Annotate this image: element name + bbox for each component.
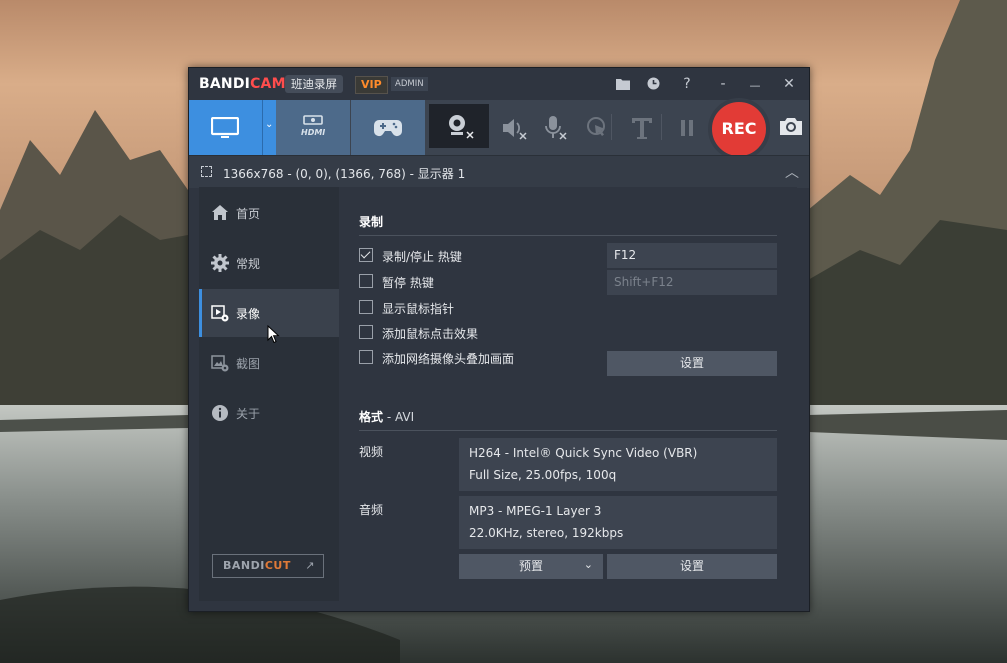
audio-format-box[interactable]: MP3 - MPEG-1 Layer 3 22.0KHz, stereo, 19… (459, 496, 777, 549)
webcam-off-icon (449, 115, 474, 139)
checkbox[interactable] (359, 248, 373, 262)
video-label: 视频 (359, 445, 384, 459)
checkbox[interactable] (359, 325, 373, 339)
app-name-cn: 班迪录屏 (285, 75, 343, 93)
chevron-down-icon: ⌄ (265, 119, 274, 130)
mouse-click-effect-icon[interactable] (584, 114, 612, 142)
pause-icon[interactable] (673, 114, 701, 142)
title-bar: BANDICAM 班迪录屏 VIP ADMIN ? - — ✕ (189, 68, 809, 100)
bandicut-button[interactable]: BANDICUT ↗ (212, 554, 324, 578)
active-indicator (199, 289, 202, 337)
checkbox[interactable] (359, 274, 373, 288)
sidebar-item-screenshot[interactable]: 截图 (199, 339, 339, 387)
folder-icon[interactable] (613, 74, 633, 94)
option-label: 显示鼠标指针 (382, 302, 455, 316)
chevron-down-icon: ⌄ (583, 558, 593, 571)
video-codec: H264 - Intel® Quick Sync Video (VBR) (469, 446, 698, 460)
sidebar-item-label: 截图 (236, 357, 261, 371)
webcam-settings-button[interactable]: 设置 (607, 351, 777, 376)
video-settings-panel: 录制 录制/停止 热键 暂停 热键 显示鼠标指针 添加鼠标点击效果 添加网络摄像… (339, 187, 797, 601)
microphone-off-icon[interactable] (540, 114, 568, 142)
capture-target-text: 1366x768 - (0, 0), (1366, 768) - 显示器 1 (223, 167, 466, 181)
help-icon[interactable]: ? (677, 74, 697, 94)
section-divider (359, 430, 777, 431)
minimize-icon[interactable]: — (745, 76, 765, 96)
clock-icon[interactable] (643, 74, 663, 94)
capture-target-bar[interactable]: 1366x768 - (0, 0), (1366, 768) - 显示器 1 ︿ (189, 155, 809, 188)
mode-toolbar: ⌄ HDMI REC (189, 98, 809, 160)
sidebar-item-about[interactable]: 关于 (199, 389, 339, 437)
checkbox[interactable] (359, 300, 373, 314)
video-format-box[interactable]: H264 - Intel® Quick Sync Video (VBR) Ful… (459, 438, 777, 491)
record-hotkey-field[interactable]: F12 (607, 243, 777, 268)
sidebar-item-label: 关于 (236, 407, 261, 421)
option-label: 录制/停止 热键 (382, 250, 462, 264)
record-button[interactable]: REC (708, 98, 770, 160)
selection-area-icon (201, 166, 212, 177)
sidebar-item-home[interactable]: 首页 (199, 189, 339, 237)
sidebar-item-label: 录像 (236, 307, 261, 321)
gear-icon (211, 254, 229, 272)
format-section-title: 格式 - AVI (359, 410, 415, 424)
image-settings-icon (211, 355, 229, 372)
audio-params: 22.0KHz, stereo, 192kbps (469, 526, 624, 540)
close-icon[interactable]: ✕ (779, 74, 799, 94)
toolbar-divider (661, 114, 662, 140)
audio-label: 音频 (359, 503, 384, 517)
option-label: 添加网络摄像头叠加画面 (382, 352, 515, 366)
home-icon (212, 205, 228, 220)
sidebar-item-label: 常规 (236, 257, 261, 271)
minimize-to-tray-icon[interactable]: - (713, 74, 733, 94)
chevron-up-icon[interactable]: ︿ (785, 162, 799, 182)
video-settings-icon (211, 305, 229, 322)
video-params: Full Size, 25.00fps, 100q (469, 468, 617, 482)
hdmi-mode-button[interactable]: HDMI (276, 100, 350, 155)
monitor-icon (211, 117, 239, 138)
mouse-pointer-icon (267, 325, 280, 344)
bandicam-window: BANDICAM 班迪录屏 VIP ADMIN ? - — ✕ ⌄ HDMI R… (188, 67, 810, 612)
camera-icon[interactable] (777, 113, 805, 141)
gamepad-icon (374, 120, 402, 136)
format-settings-button[interactable]: 设置 (607, 554, 777, 579)
pause-hotkey-field[interactable]: Shift+F12 (607, 270, 777, 295)
checkbox[interactable] (359, 350, 373, 364)
option-label: 添加鼠标点击效果 (382, 327, 479, 341)
hdmi-label: HDMI (301, 128, 326, 137)
webcam-overlay-toggle[interactable] (429, 104, 489, 148)
app-logo: BANDICAM (199, 76, 286, 92)
section-divider (359, 235, 777, 236)
info-icon (212, 405, 228, 421)
screen-mode-button[interactable] (189, 100, 262, 155)
preset-dropdown-button[interactable]: 预置 ⌄ (459, 554, 603, 579)
external-link-icon: ↗ (305, 559, 315, 572)
admin-badge: ADMIN (391, 77, 428, 91)
audio-codec: MP3 - MPEG-1 Layer 3 (469, 504, 602, 518)
sidebar-item-general[interactable]: 常规 (199, 239, 339, 287)
game-mode-button[interactable] (351, 100, 425, 155)
speaker-off-icon[interactable] (500, 114, 528, 142)
sidebar-item-label: 首页 (236, 207, 261, 221)
sidebar: 首页 常规 录像 截图 关于 BANDICUT ↗ (199, 187, 339, 601)
mode-dropdown-button[interactable]: ⌄ (262, 100, 277, 155)
text-overlay-icon[interactable] (628, 114, 656, 142)
record-section-title: 录制 (359, 215, 384, 229)
toolbar-divider (611, 114, 612, 140)
option-label: 暂停 热键 (382, 276, 434, 290)
vip-badge: VIP (355, 76, 388, 94)
